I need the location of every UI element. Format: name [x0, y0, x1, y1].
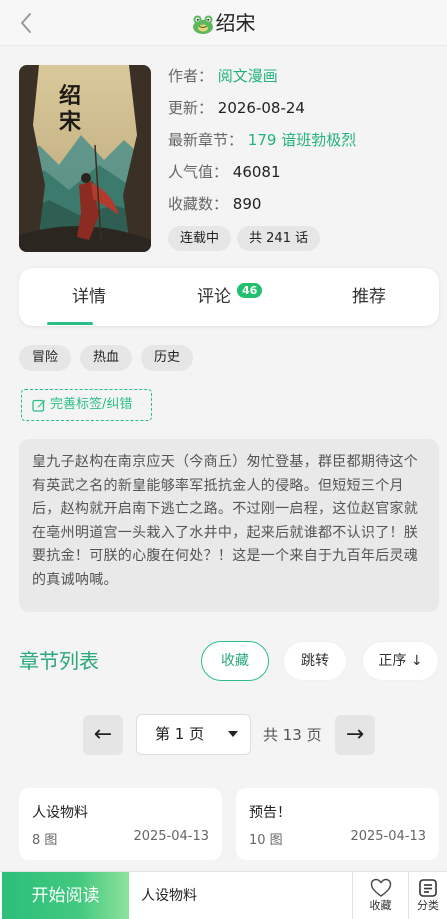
- author-label: 作者：: [168, 67, 214, 85]
- genre-tag[interactable]: 热血: [80, 345, 133, 371]
- chapter-card[interactable]: 预告！ 10 图 2025-04-13: [236, 788, 439, 860]
- book-meta: 作者： 阅文漫画 更新： 2026-08-24 最新章节： 179 谙班勃极烈 …: [168, 64, 438, 224]
- tab-recommend[interactable]: 推荐: [319, 268, 419, 326]
- chapter-list-title: 章节列表: [19, 649, 99, 673]
- author-row: 作者： 阅文漫画: [168, 64, 438, 96]
- updated-value: 2026-08-24: [217, 99, 305, 117]
- status-badge: 连载中: [168, 226, 232, 251]
- latest-chapter-row: 最新章节： 179 谙班勃极烈: [168, 128, 438, 160]
- edit-icon: [32, 399, 46, 412]
- chapter-count-badge: 共 241 话: [237, 226, 321, 251]
- chapter-name: 预告！: [249, 805, 291, 821]
- status-chips: 连载中 共 241 话: [168, 226, 321, 251]
- active-tab-indicator: [47, 322, 93, 325]
- chapter-date: 2025-04-13: [350, 829, 426, 844]
- chapter-card[interactable]: 人设物料 8 图 2025-04-13: [19, 788, 222, 860]
- top-bar: 绍宋: [0, 0, 447, 46]
- frog-logo-icon: [192, 14, 214, 40]
- favorites-value: 890: [232, 195, 262, 213]
- book-cover[interactable]: 绍 宋: [19, 65, 151, 252]
- synopsis: 皇九子赵构在南京应天（今商丘）匆忙登基，群臣都期待这个有英武之名的新皇能够率军抵…: [19, 439, 439, 612]
- chapter-date: 2025-04-13: [133, 829, 209, 844]
- prev-page-button[interactable]: ←: [83, 715, 123, 755]
- bottom-catalog-label: 分类: [417, 899, 439, 912]
- tab-details[interactable]: 详情: [39, 268, 139, 326]
- jump-button[interactable]: 跳转: [283, 641, 347, 681]
- comment-count-badge: 46: [237, 283, 263, 298]
- bottom-favorite-label: 收藏: [369, 899, 392, 912]
- latest-chapter-label: 最新章节：: [168, 131, 244, 149]
- cover-art: 绍 宋: [19, 65, 151, 252]
- chapter-name: 人设物料: [32, 805, 88, 821]
- heart-icon: [370, 878, 391, 897]
- favorites-label: 收藏数：: [168, 195, 229, 213]
- favorite-button[interactable]: 收藏: [201, 641, 269, 681]
- next-page-button[interactable]: →: [335, 715, 375, 755]
- svg-text:绍: 绍: [59, 83, 81, 109]
- start-reading-button[interactable]: 开始阅读: [2, 872, 129, 919]
- edit-tags-label: 完善标签/纠错: [50, 397, 133, 412]
- genre-tag[interactable]: 历史: [141, 345, 194, 371]
- total-pages: 共 13 页: [263, 726, 322, 744]
- bottom-catalog-button[interactable]: 分类: [408, 872, 447, 919]
- updated-label: 更新：: [168, 99, 214, 117]
- sort-order-button[interactable]: 正序 ↓: [362, 641, 439, 681]
- popularity-label: 人气值：: [168, 163, 229, 181]
- author-link[interactable]: 阅文漫画: [218, 67, 278, 85]
- genre-tag[interactable]: 冒险: [19, 345, 72, 371]
- page-title: 绍宋: [215, 11, 256, 35]
- current-chapter[interactable]: 人设物料: [141, 872, 197, 919]
- chapter-image-count: 8 图: [32, 833, 58, 848]
- edit-tags-button[interactable]: 完善标签/纠错: [21, 389, 152, 421]
- chapter-image-count: 10 图: [249, 833, 283, 848]
- updated-row: 更新： 2026-08-24: [168, 96, 438, 128]
- bottom-favorite-button[interactable]: 收藏: [352, 872, 408, 919]
- bottom-bar: 开始阅读 人设物料 收藏 分类: [0, 871, 447, 919]
- page-select[interactable]: 第 1 页: [136, 714, 251, 755]
- popularity-value: 46081: [232, 163, 281, 181]
- svg-text:宋: 宋: [59, 109, 81, 135]
- catalog-icon: [419, 879, 437, 897]
- tab-bar: 详情 评论 推荐: [19, 268, 439, 326]
- favorites-row: 收藏数： 890: [168, 192, 438, 224]
- popularity-row: 人气值： 46081: [168, 160, 438, 192]
- page-select-value: 第 1 页: [155, 725, 205, 743]
- genre-tags: 冒险 热血 历史: [19, 345, 194, 371]
- latest-chapter-link[interactable]: 179 谙班勃极烈: [248, 131, 356, 149]
- page-title-wrap: 绍宋: [0, 10, 447, 40]
- caret-down-icon: [228, 731, 238, 737]
